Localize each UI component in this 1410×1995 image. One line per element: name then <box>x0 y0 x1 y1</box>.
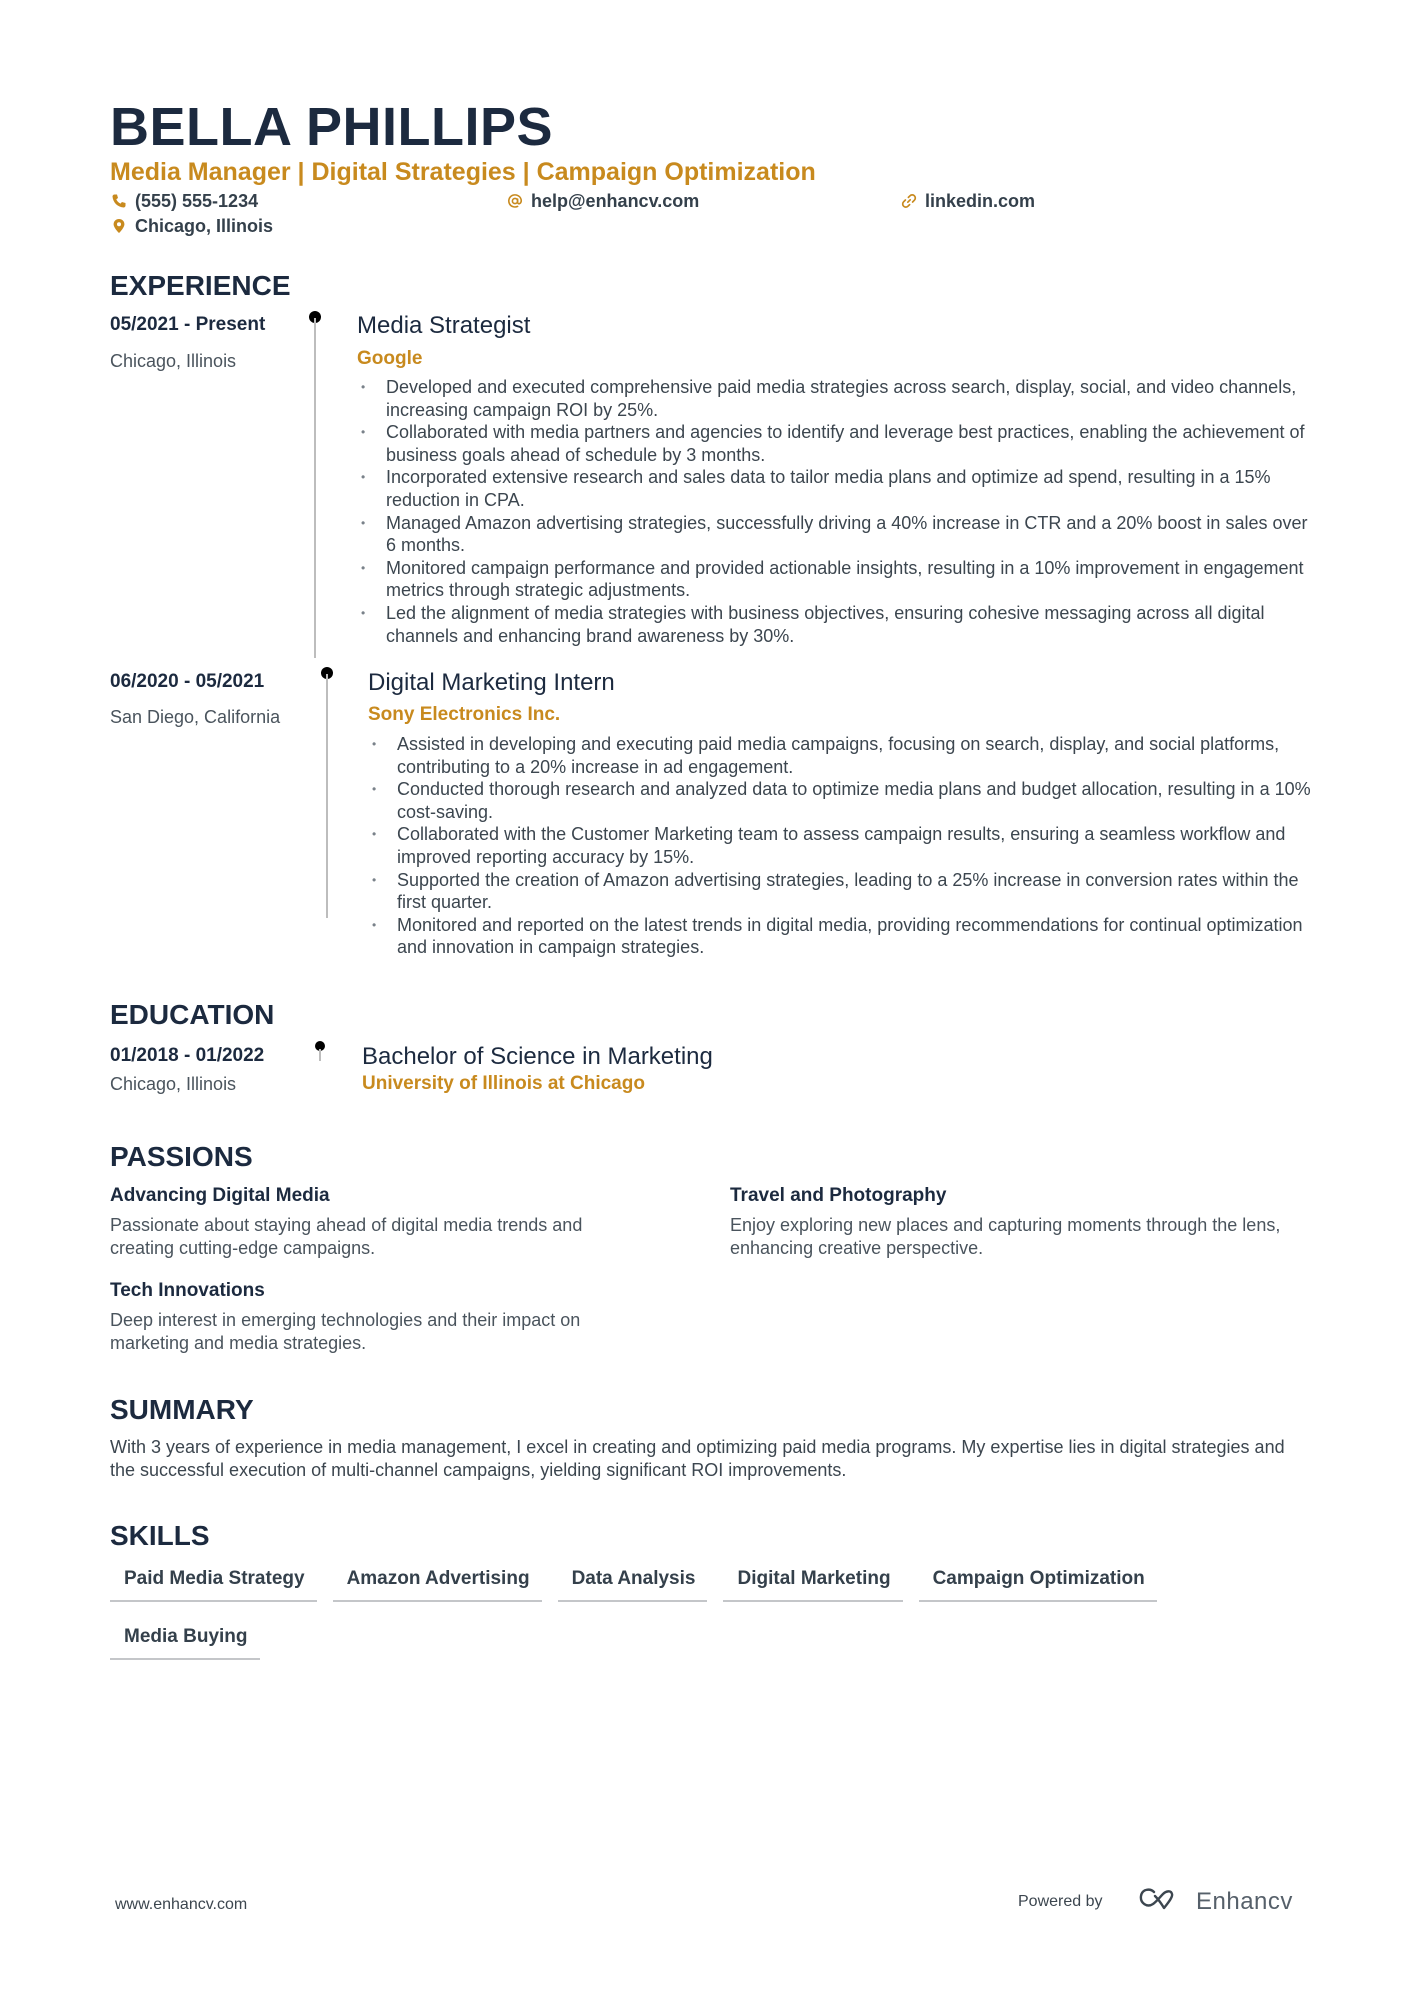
passion-item: Advancing Digital Media Passionate about… <box>110 1184 650 1259</box>
link-icon <box>901 193 917 209</box>
candidate-title: Media Manager | Digital Strategies | Cam… <box>110 158 816 186</box>
skills-heading: SKILLS <box>110 1520 210 1551</box>
passion-title: Tech Innovations <box>110 1280 265 1301</box>
location-text: Chicago, Illinois <box>135 216 274 236</box>
contact-location: Chicago, Illinois <box>111 214 273 238</box>
passion-item: Tech Innovations Deep interest in emergi… <box>110 1279 650 1354</box>
job-bullet: Monitored campaign performance and provi… <box>357 557 1317 602</box>
contact-email[interactable]: help@enhancv.com <box>507 189 699 213</box>
education-degree: Bachelor of Science in Marketing <box>362 1043 713 1070</box>
summary-text: With 3 years of experience in media mana… <box>110 1437 1285 1480</box>
summary-heading: SUMMARY <box>110 1394 254 1425</box>
passion-description: Passionate about staying ahead of digita… <box>110 1215 583 1258</box>
job-bullet: Managed Amazon advertising strategies, s… <box>357 512 1317 557</box>
passion-description: Deep interest in emerging technologies a… <box>110 1310 581 1353</box>
experience-heading: EXPERIENCE <box>110 270 291 301</box>
timeline-line <box>314 318 316 658</box>
timeline-line <box>326 674 328 918</box>
skills-list: Paid Media Strategy Amazon Advertising D… <box>110 1566 1320 1660</box>
job-role: Digital Marketing Intern <box>368 669 615 696</box>
job-bullet: Conducted thorough research and analyzed… <box>368 778 1318 823</box>
skill-tag: Amazon Advertising <box>332 1566 542 1602</box>
skill-tag: Media Buying <box>110 1624 260 1660</box>
education-heading: EDUCATION <box>110 999 275 1030</box>
passion-title: Advancing Digital Media <box>110 1185 330 1206</box>
email-address[interactable]: help@enhancv.com <box>531 189 699 213</box>
candidate-name: BELLA PHILLIPS <box>110 97 554 157</box>
education-dates: 01/2018 - 01/2022 <box>110 1045 265 1066</box>
enhancv-logo-icon <box>1138 1886 1184 1917</box>
education-location: Chicago, Illinois <box>110 1074 237 1094</box>
job-bullet: Led the alignment of media strategies wi… <box>357 602 1317 647</box>
job-dates: 05/2021 - Present <box>110 314 266 335</box>
job-bullets: Developed and executed comprehensive pai… <box>357 376 1317 647</box>
job-company: Google <box>357 348 423 369</box>
job-role: Media Strategist <box>357 312 531 339</box>
phone-icon <box>111 193 127 209</box>
skill-tag: Data Analysis <box>557 1566 708 1602</box>
passion-title: Travel and Photography <box>730 1185 947 1206</box>
enhancv-brand-name: Enhancv <box>1196 1887 1293 1915</box>
skill-tag: Paid Media Strategy <box>110 1566 317 1602</box>
job-bullet: Assisted in developing and executing pai… <box>368 733 1318 778</box>
skill-tag: Campaign Optimization <box>918 1566 1157 1602</box>
job-location: San Diego, California <box>110 707 281 727</box>
job-bullet: Collaborated with media partners and age… <box>357 421 1317 466</box>
education-school: University of Illinois at Chicago <box>362 1073 645 1094</box>
job-bullet: Collaborated with the Customer Marketing… <box>368 823 1318 868</box>
contact-linkedin[interactable]: linkedin.com <box>901 189 1035 213</box>
job-bullets: Assisted in developing and executing pai… <box>368 733 1318 959</box>
job-bullet: Monitored and reported on the latest tre… <box>368 914 1318 959</box>
job-dates: 06/2020 - 05/2021 <box>110 671 265 692</box>
location-pin-icon <box>111 218 127 234</box>
linkedin-link[interactable]: linkedin.com <box>925 189 1035 213</box>
job-bullet: Developed and executed comprehensive pai… <box>357 376 1317 421</box>
phone-number: (555) 555-1234 <box>135 191 259 211</box>
passion-description: Enjoy exploring new places and capturing… <box>730 1215 1281 1258</box>
passion-item: Travel and Photography Enjoy exploring n… <box>730 1184 1290 1259</box>
enhancv-brand[interactable]: Enhancv <box>1138 1886 1293 1917</box>
contact-phone: (555) 555-1234 <box>111 189 258 213</box>
footer-url[interactable]: www.enhancv.com <box>115 1896 247 1914</box>
powered-by-label: Powered by <box>1018 1893 1103 1910</box>
skill-tag: Digital Marketing <box>723 1566 903 1602</box>
job-bullet: Incorporated extensive research and sale… <box>357 466 1317 511</box>
timeline-line <box>319 1049 321 1061</box>
job-company: Sony Electronics Inc. <box>368 704 561 725</box>
job-location: Chicago, Illinois <box>110 351 237 371</box>
at-icon <box>507 193 523 209</box>
job-bullet: Supported the creation of Amazon adverti… <box>368 869 1318 914</box>
passions-heading: PASSIONS <box>110 1141 253 1172</box>
